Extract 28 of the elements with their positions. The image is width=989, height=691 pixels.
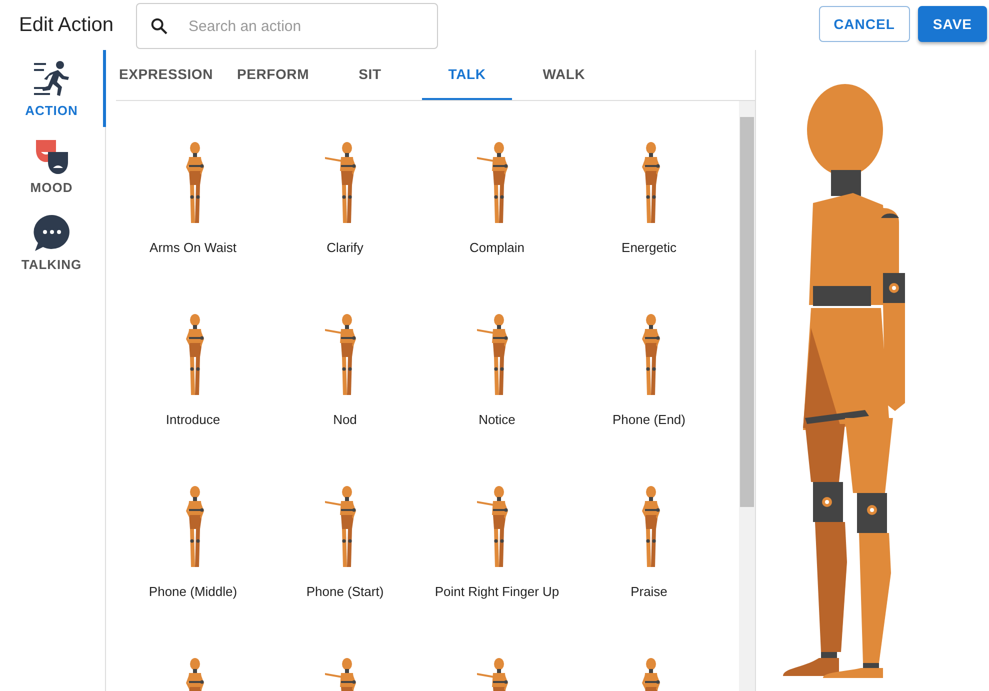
action-label: Phone (Start) [306,583,384,601]
sidebar-item[interactable]: MOOD [0,127,106,204]
category-tab[interactable]: WALK [519,50,609,100]
sidebar-item[interactable]: TALKING [0,204,106,281]
sidebar-item[interactable]: ACTION [0,50,106,127]
action-label: Phone (End) [612,411,686,429]
action-label: Introduce [166,411,220,429]
page-title: Edit Action [19,14,114,36]
action-label: Phone (Middle) [148,583,238,601]
action-label: Clarify [326,239,364,257]
cancel-button[interactable]: CANCEL [818,6,910,42]
action-label: Complain [470,239,524,257]
category-tab[interactable]: EXPRESSION [116,50,216,100]
action-label: Nod [333,411,357,429]
category-tab[interactable]: PERFORM [228,50,318,100]
search-field[interactable]: Search an action [136,3,438,49]
action-label: Praise [630,583,668,601]
action-label: Point Right Finger Up [434,583,560,601]
save-button[interactable]: SAVE [918,6,987,42]
category-tab[interactable]: TALK [422,50,512,100]
action-label: Arms On Waist [150,239,236,257]
scrollbar[interactable] [739,101,755,691]
running-person-icon [32,59,72,99]
speech-bubble-icon [32,213,72,253]
search-icon [148,16,169,36]
action-label: Energetic [622,239,676,257]
category-tab[interactable]: SIT [325,50,415,100]
action-label: Notice [478,411,516,429]
